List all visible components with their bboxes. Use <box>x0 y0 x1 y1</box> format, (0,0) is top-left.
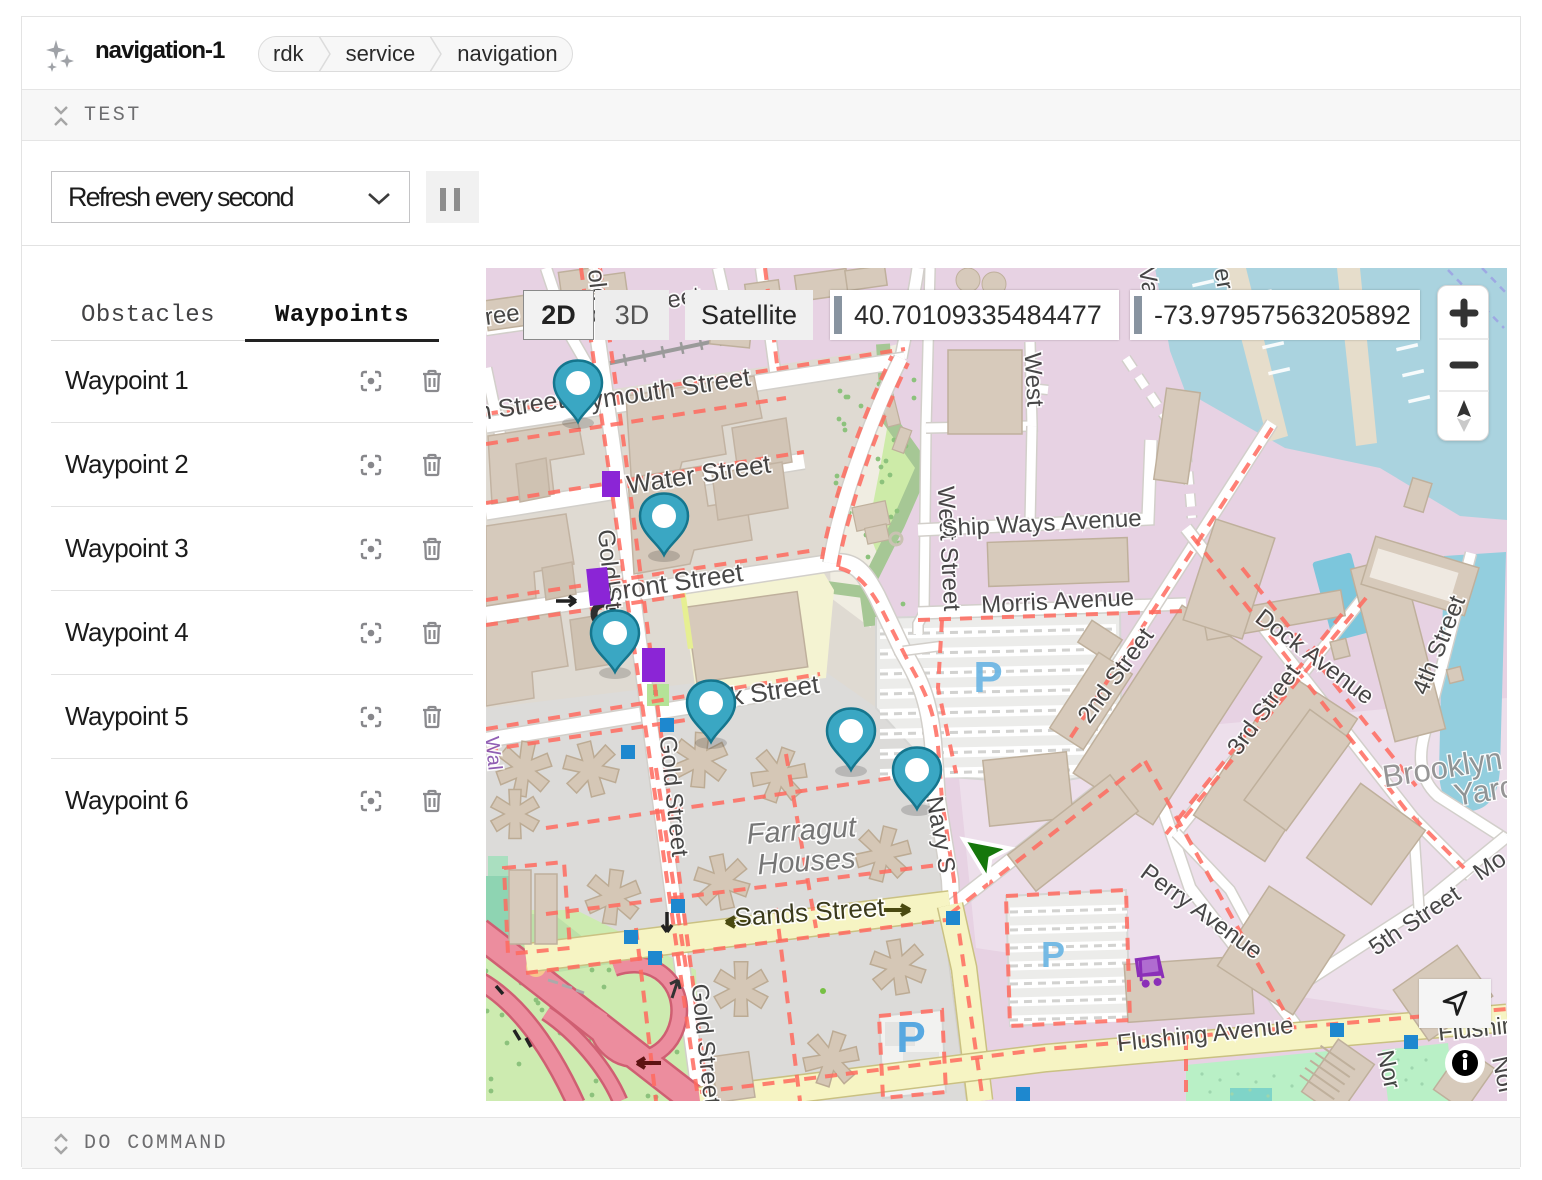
svg-text:P: P <box>1041 934 1065 975</box>
svg-text:P: P <box>896 1013 925 1062</box>
svg-text:West: West <box>1019 352 1049 408</box>
svg-text:P: P <box>973 653 1002 702</box>
svg-text:Houses: Houses <box>756 843 856 882</box>
svg-text:Wal: Wal <box>486 735 506 771</box>
